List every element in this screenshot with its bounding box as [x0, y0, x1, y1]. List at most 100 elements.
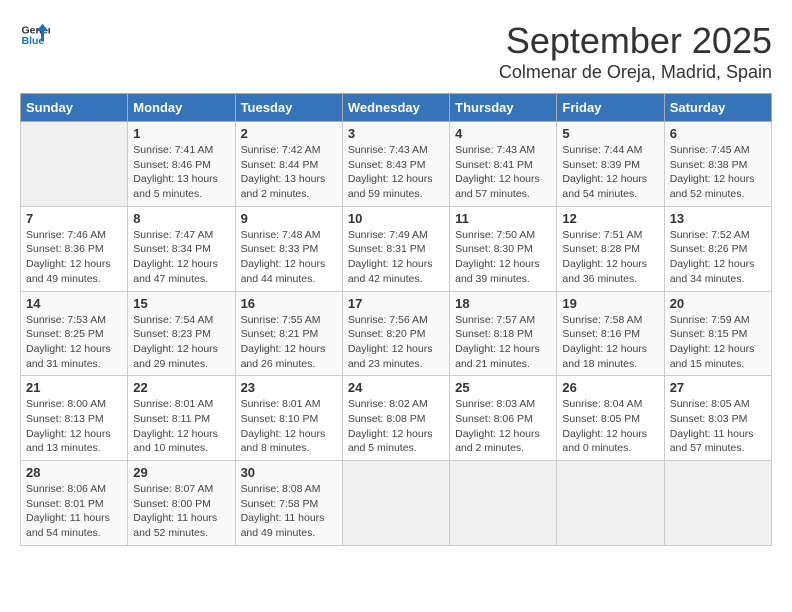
day-number: 22: [133, 380, 229, 395]
day-info: Sunrise: 7:45 AM Sunset: 8:38 PM Dayligh…: [670, 143, 766, 202]
calendar-cell: 7 Sunrise: 7:46 AM Sunset: 8:36 PM Daylig…: [21, 206, 128, 291]
calendar-cell: 13 Sunrise: 7:52 AM Sunset: 8:26 PM Dayli…: [664, 206, 771, 291]
day-info: Sunrise: 7:42 AM Sunset: 8:44 PM Dayligh…: [241, 143, 337, 202]
day-number: 4: [455, 126, 551, 141]
calendar-cell: 17Sunrise: 7:56 AM Sunset: 8:20 PM Dayli…: [342, 291, 449, 376]
day-number: 10: [348, 211, 444, 226]
day-info: Sunrise: 8:02 AM Sunset: 8:08 PM Dayligh…: [348, 397, 444, 456]
day-number: 20: [670, 296, 766, 311]
day-info: Sunrise: 7:52 AM Sunset: 8:26 PM Dayligh…: [670, 228, 766, 287]
calendar-cell: 23 Sunrise: 8:01 AM Sunset: 8:10 PM Dayli…: [235, 376, 342, 461]
day-info: Sunrise: 7:46 AM Sunset: 8:36 PM Dayligh…: [26, 228, 122, 287]
calendar-cell: 1 Sunrise: 7:41 AM Sunset: 8:46 PM Daylig…: [128, 122, 235, 207]
day-info: Sunrise: 7:48 AM Sunset: 8:33 PM Dayligh…: [241, 228, 337, 287]
day-info: Sunrise: 7:55 AM Sunset: 8:21 PM Dayligh…: [241, 313, 337, 372]
day-info: Sunrise: 7:59 AM Sunset: 8:15 PM Dayligh…: [670, 313, 766, 372]
page-header: General Blue September 2025 Colmenar de …: [20, 20, 772, 83]
calendar-cell: 29 Sunrise: 8:07 AM Sunset: 8:00 PM Dayli…: [128, 461, 235, 546]
weekday-header-tuesday: Tuesday: [235, 94, 342, 122]
day-number: 23: [241, 380, 337, 395]
logo: General Blue: [20, 20, 50, 50]
week-row-1: 1 Sunrise: 7:41 AM Sunset: 8:46 PM Daylig…: [21, 122, 772, 207]
day-number: 13: [670, 211, 766, 226]
calendar-cell: 19 Sunrise: 7:58 AM Sunset: 8:16 PM Dayli…: [557, 291, 664, 376]
day-number: 7: [26, 211, 122, 226]
day-number: 18: [455, 296, 551, 311]
calendar-cell: 22 Sunrise: 8:01 AM Sunset: 8:11 PM Dayli…: [128, 376, 235, 461]
location-title: Colmenar de Oreja, Madrid, Spain: [499, 62, 772, 83]
calendar-cell: 30 Sunrise: 8:08 AM Sunset: 7:58 PM Dayli…: [235, 461, 342, 546]
day-info: Sunrise: 8:01 AM Sunset: 8:11 PM Dayligh…: [133, 397, 229, 456]
calendar-cell: 5Sunrise: 7:44 AM Sunset: 8:39 PM Daylig…: [557, 122, 664, 207]
day-info: Sunrise: 7:50 AM Sunset: 8:30 PM Dayligh…: [455, 228, 551, 287]
weekday-header-sunday: Sunday: [21, 94, 128, 122]
day-number: 25: [455, 380, 551, 395]
day-number: 19: [562, 296, 658, 311]
calendar-cell: 21Sunrise: 8:00 AM Sunset: 8:13 PM Dayli…: [21, 376, 128, 461]
day-number: 15: [133, 296, 229, 311]
week-row-3: 14 Sunrise: 7:53 AM Sunset: 8:25 PM Dayli…: [21, 291, 772, 376]
day-info: Sunrise: 7:43 AM Sunset: 8:41 PM Dayligh…: [455, 143, 551, 202]
day-info: Sunrise: 8:08 AM Sunset: 7:58 PM Dayligh…: [241, 482, 337, 541]
day-number: 29: [133, 465, 229, 480]
day-info: Sunrise: 7:51 AM Sunset: 8:28 PM Dayligh…: [562, 228, 658, 287]
day-info: Sunrise: 7:56 AM Sunset: 8:20 PM Dayligh…: [348, 313, 444, 372]
calendar-cell: [450, 461, 557, 546]
week-row-4: 21Sunrise: 8:00 AM Sunset: 8:13 PM Dayli…: [21, 376, 772, 461]
calendar-cell: 16Sunrise: 7:55 AM Sunset: 8:21 PM Dayli…: [235, 291, 342, 376]
day-number: 24: [348, 380, 444, 395]
day-number: 30: [241, 465, 337, 480]
day-number: 5: [562, 126, 658, 141]
calendar-cell: 14 Sunrise: 7:53 AM Sunset: 8:25 PM Dayli…: [21, 291, 128, 376]
weekday-header-thursday: Thursday: [450, 94, 557, 122]
calendar-cell: 26 Sunrise: 8:04 AM Sunset: 8:05 PM Dayli…: [557, 376, 664, 461]
calendar-cell: [21, 122, 128, 207]
calendar-cell: 8Sunrise: 7:47 AM Sunset: 8:34 PM Daylig…: [128, 206, 235, 291]
month-title: September 2025: [499, 20, 772, 62]
day-info: Sunrise: 7:41 AM Sunset: 8:46 PM Dayligh…: [133, 143, 229, 202]
day-number: 26: [562, 380, 658, 395]
weekday-header-wednesday: Wednesday: [342, 94, 449, 122]
day-number: 28: [26, 465, 122, 480]
day-number: 1: [133, 126, 229, 141]
calendar-cell: 20 Sunrise: 7:59 AM Sunset: 8:15 PM Dayli…: [664, 291, 771, 376]
calendar-cell: 25Sunrise: 8:03 AM Sunset: 8:06 PM Dayli…: [450, 376, 557, 461]
day-number: 14: [26, 296, 122, 311]
calendar-cell: 11Sunrise: 7:50 AM Sunset: 8:30 PM Dayli…: [450, 206, 557, 291]
weekday-header-row: SundayMondayTuesdayWednesdayThursdayFrid…: [21, 94, 772, 122]
calendar-cell: [664, 461, 771, 546]
day-info: Sunrise: 8:05 AM Sunset: 8:03 PM Dayligh…: [670, 397, 766, 456]
day-number: 6: [670, 126, 766, 141]
calendar-cell: 10 Sunrise: 7:49 AM Sunset: 8:31 PM Dayli…: [342, 206, 449, 291]
week-row-5: 28 Sunrise: 8:06 AM Sunset: 8:01 PM Dayli…: [21, 461, 772, 546]
day-number: 2: [241, 126, 337, 141]
calendar-cell: 12 Sunrise: 7:51 AM Sunset: 8:28 PM Dayli…: [557, 206, 664, 291]
day-number: 27: [670, 380, 766, 395]
week-row-2: 7 Sunrise: 7:46 AM Sunset: 8:36 PM Daylig…: [21, 206, 772, 291]
day-info: Sunrise: 8:04 AM Sunset: 8:05 PM Dayligh…: [562, 397, 658, 456]
day-number: 8: [133, 211, 229, 226]
day-info: Sunrise: 7:43 AM Sunset: 8:43 PM Dayligh…: [348, 143, 444, 202]
day-info: Sunrise: 8:01 AM Sunset: 8:10 PM Dayligh…: [241, 397, 337, 456]
day-info: Sunrise: 7:53 AM Sunset: 8:25 PM Dayligh…: [26, 313, 122, 372]
title-block: September 2025 Colmenar de Oreja, Madrid…: [499, 20, 772, 83]
calendar-cell: [342, 461, 449, 546]
weekday-header-friday: Friday: [557, 94, 664, 122]
svg-text:Blue: Blue: [22, 35, 45, 47]
calendar-cell: 9 Sunrise: 7:48 AM Sunset: 8:33 PM Daylig…: [235, 206, 342, 291]
calendar-cell: 18Sunrise: 7:57 AM Sunset: 8:18 PM Dayli…: [450, 291, 557, 376]
day-info: Sunrise: 8:06 AM Sunset: 8:01 PM Dayligh…: [26, 482, 122, 541]
day-number: 12: [562, 211, 658, 226]
calendar-cell: 6 Sunrise: 7:45 AM Sunset: 8:38 PM Daylig…: [664, 122, 771, 207]
calendar-table: SundayMondayTuesdayWednesdayThursdayFrid…: [20, 93, 772, 546]
day-info: Sunrise: 7:49 AM Sunset: 8:31 PM Dayligh…: [348, 228, 444, 287]
calendar-cell: [557, 461, 664, 546]
day-info: Sunrise: 7:58 AM Sunset: 8:16 PM Dayligh…: [562, 313, 658, 372]
day-number: 9: [241, 211, 337, 226]
calendar-cell: 24 Sunrise: 8:02 AM Sunset: 8:08 PM Dayli…: [342, 376, 449, 461]
day-info: Sunrise: 7:54 AM Sunset: 8:23 PM Dayligh…: [133, 313, 229, 372]
calendar-cell: 28 Sunrise: 8:06 AM Sunset: 8:01 PM Dayli…: [21, 461, 128, 546]
calendar-cell: 15 Sunrise: 7:54 AM Sunset: 8:23 PM Dayli…: [128, 291, 235, 376]
day-info: Sunrise: 8:07 AM Sunset: 8:00 PM Dayligh…: [133, 482, 229, 541]
day-info: Sunrise: 8:00 AM Sunset: 8:13 PM Dayligh…: [26, 397, 122, 456]
